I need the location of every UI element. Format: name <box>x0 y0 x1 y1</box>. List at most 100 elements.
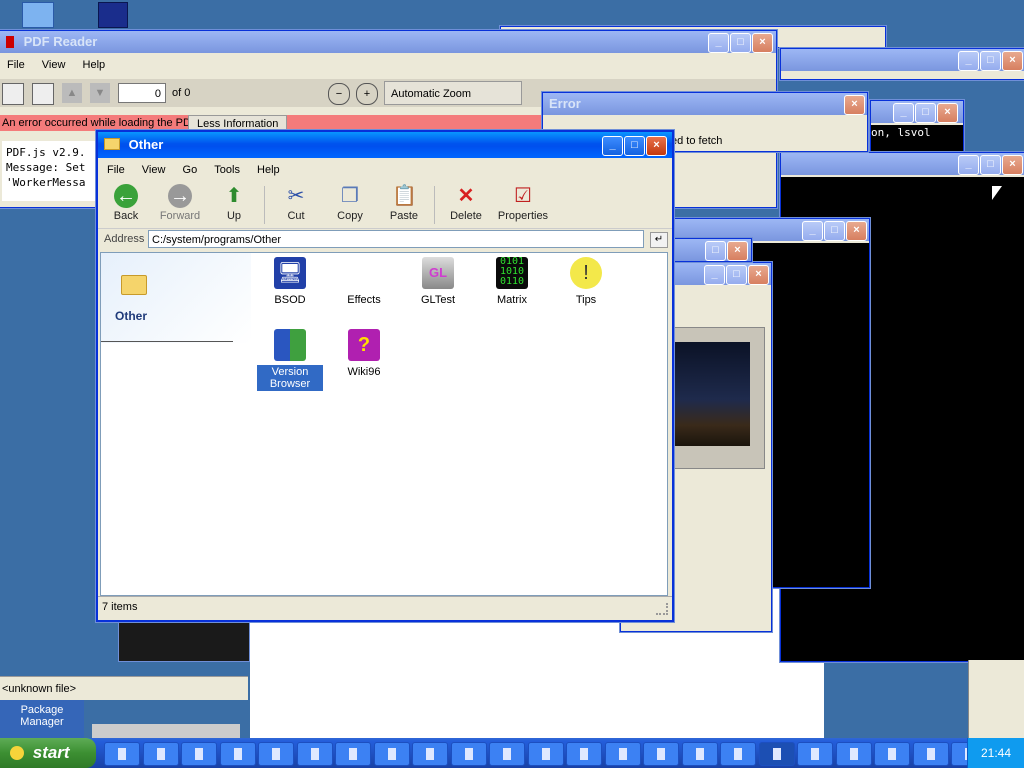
pdf-icon <box>6 36 14 48</box>
taskbar-window-button[interactable] <box>797 742 833 766</box>
address-input[interactable]: C:/system/programs/Other <box>148 230 644 248</box>
taskbar-window-button[interactable] <box>874 742 910 766</box>
menu-file[interactable]: File <box>0 55 32 75</box>
close-button[interactable]: × <box>727 241 748 261</box>
taskbar-window-button[interactable] <box>412 742 448 766</box>
zoom-out-icon[interactable]: − <box>328 83 350 105</box>
zoom-in-icon[interactable]: + <box>356 83 378 105</box>
taskbar-window-button[interactable] <box>296 742 333 766</box>
menu-help[interactable]: Help <box>76 55 113 75</box>
taskbar-window-button[interactable] <box>604 742 641 766</box>
minimize-button[interactable]: _ <box>958 155 979 175</box>
minimize-button[interactable]: _ <box>893 103 914 123</box>
folder-icon <box>104 138 120 150</box>
up-folder-icon: ⬆ <box>225 185 243 207</box>
pdf-reader-titlebar: PDF Reader <box>0 31 776 53</box>
maximize-button[interactable]: □ <box>824 221 845 241</box>
go-arrow-icon[interactable]: ↵ <box>650 232 668 248</box>
start-button[interactable]: start <box>0 738 96 768</box>
explorer-title: Other <box>128 137 164 152</box>
find-icon[interactable] <box>32 83 54 105</box>
menu-view[interactable]: View <box>135 160 173 180</box>
taskbar-window-button[interactable] <box>373 742 410 766</box>
forward-button[interactable]: → Forward <box>154 184 206 222</box>
zoom-select[interactable]: Automatic Zoom <box>384 81 522 105</box>
cut-button[interactable]: ✂ Cut <box>270 184 322 222</box>
taskbar-window-button[interactable] <box>912 742 949 766</box>
left-panel: Other <box>101 253 251 343</box>
taskbar-window-button[interactable] <box>181 742 217 766</box>
back-button[interactable]: ← Back <box>100 184 152 222</box>
page-number-input[interactable]: 0 <box>118 83 166 103</box>
app-icon <box>772 748 781 760</box>
taskbar-window-button[interactable] <box>335 742 371 766</box>
close-button[interactable]: × <box>1002 155 1023 175</box>
taskbar-window-button[interactable] <box>720 742 756 766</box>
delete-x-icon: ✕ <box>457 185 475 207</box>
taskbar-window-button[interactable] <box>527 742 564 766</box>
up-button[interactable]: ⬆ Up <box>208 184 260 222</box>
maximize-button[interactable]: □ <box>980 51 1001 71</box>
maximize-button[interactable]: □ <box>726 265 747 285</box>
next-page-icon[interactable]: ▼ <box>90 83 110 103</box>
taskbar-window-button[interactable] <box>142 742 179 766</box>
explorer-titlebar: Other <box>98 132 672 158</box>
maximize-button[interactable]: □ <box>915 103 936 123</box>
taskbar-window-button[interactable] <box>681 742 718 766</box>
close-button[interactable]: × <box>846 221 867 241</box>
menu-view[interactable]: View <box>35 55 73 75</box>
file-wiki96[interactable]: ? Wiki96 <box>329 329 399 379</box>
desktop-icon-monitor[interactable] <box>98 2 128 28</box>
close-button[interactable]: × <box>844 95 865 115</box>
sidebar-toggle-icon[interactable] <box>2 83 24 105</box>
taskbar-window-button[interactable] <box>835 742 872 766</box>
app-icon <box>926 748 935 760</box>
taskbar-window-button[interactable] <box>643 742 679 766</box>
menu-help[interactable]: Help <box>250 160 287 180</box>
maximize-button[interactable]: □ <box>730 33 751 53</box>
minimize-button[interactable]: _ <box>802 221 823 241</box>
taskbar-window-button[interactable] <box>104 742 140 766</box>
app-icon <box>387 748 396 760</box>
maximize-button[interactable]: □ <box>624 136 645 156</box>
file-effects[interactable]: Effects <box>329 257 399 307</box>
copy-button[interactable]: ❐ Copy <box>324 184 376 222</box>
close-button[interactable]: × <box>748 265 769 285</box>
file-gltest[interactable]: GL GLTest <box>403 257 473 307</box>
file-version-browser[interactable]: Version Browser <box>255 329 325 392</box>
taskbar-window-button[interactable] <box>489 742 525 766</box>
maximize-button[interactable]: □ <box>705 241 726 261</box>
maximize-button[interactable]: □ <box>980 155 1001 175</box>
properties-button[interactable]: ☑ Properties <box>494 184 552 222</box>
resize-grip-icon[interactable] <box>656 603 668 615</box>
file-tips[interactable]: ! Tips <box>551 257 621 307</box>
package-manager-icon[interactable]: Package Manager <box>0 700 84 738</box>
close-button[interactable]: × <box>752 33 773 53</box>
terminal-window-main: _ □ × on, lsvol <box>870 100 964 154</box>
taskbar-window-button[interactable] <box>258 742 294 766</box>
minimize-button[interactable]: _ <box>704 265 725 285</box>
minimize-button[interactable]: _ <box>958 51 979 71</box>
minimize-button[interactable]: _ <box>708 33 729 53</box>
file-matrix[interactable]: 0101 1010 0110 Matrix <box>477 257 547 307</box>
taskbar-window-button[interactable] <box>450 742 487 766</box>
menu-file[interactable]: File <box>100 160 132 180</box>
terminal-window-back: _ □ × <box>780 48 1024 80</box>
taskbar-window-button[interactable] <box>758 742 795 766</box>
menu-go[interactable]: Go <box>176 160 205 180</box>
previous-page-icon[interactable]: ▲ <box>62 83 82 103</box>
delete-button[interactable]: ✕ Delete <box>440 184 492 222</box>
close-button[interactable]: × <box>1002 51 1023 71</box>
file-bsod[interactable]: 🖥 BSOD <box>255 257 325 307</box>
pdf-error-message: An error occurred while loading the PDF <box>2 117 198 129</box>
pdf-menubar: File View Help <box>0 55 112 75</box>
monitor-preview <box>665 327 765 469</box>
close-button[interactable]: × <box>646 136 667 156</box>
paste-button[interactable]: 📋 Paste <box>378 184 430 222</box>
desktop-icon-computer[interactable] <box>22 2 54 28</box>
taskbar-window-button[interactable] <box>219 742 256 766</box>
close-button[interactable]: × <box>937 103 958 123</box>
taskbar-window-button[interactable] <box>566 742 602 766</box>
menu-tools[interactable]: Tools <box>207 160 247 180</box>
minimize-button[interactable]: _ <box>602 136 623 156</box>
